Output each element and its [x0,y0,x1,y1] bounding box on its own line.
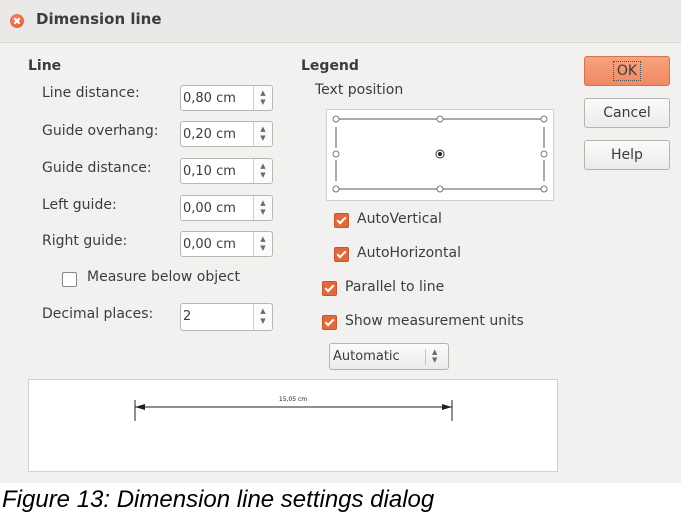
position-bottom-right[interactable] [540,185,548,193]
chevron-up-down-icon: ▲ ▼ [432,348,438,364]
units-combobox-value: Automatic [333,349,400,364]
line-section-heading: Line [28,58,62,74]
guide-overhang-value: 0,20 cm [183,127,236,142]
units-combobox[interactable]: Automatic ▲ ▼ [329,343,449,370]
right-guide-value: 0,00 cm [183,237,236,252]
auto-vertical-label[interactable]: AutoVertical [357,211,442,227]
position-middle-right[interactable] [540,150,548,158]
position-bottom-center[interactable] [436,185,444,193]
show-units-checkbox[interactable] [322,315,337,330]
position-bottom-left[interactable] [332,185,340,193]
show-units-label[interactable]: Show measurement units [345,313,524,329]
cancel-button[interactable]: Cancel [584,98,670,128]
title-bar[interactable]: Dimension line [0,0,681,43]
legend-section-heading: Legend [301,58,359,74]
auto-horizontal-checkbox[interactable] [334,247,349,262]
decimal-places-spin-buttons[interactable]: ▲ ▼ [253,304,272,330]
figure-caption: Figure 13: Dimension line settings dialo… [2,486,435,513]
preview-measurement-text: 15,05 cm [278,396,308,403]
ok-button[interactable]: OK [584,56,670,86]
decimal-places-label: Decimal places: [42,306,154,322]
guide-overhang-spin-buttons[interactable]: ▲ ▼ [253,122,272,146]
ok-button-label: OK [612,61,642,81]
auto-vertical-checkbox[interactable] [334,213,349,228]
close-icon[interactable] [10,14,24,28]
dimension-line-dialog: Dimension line Line Line distance: 0,80 … [0,0,681,483]
guide-overhang-field[interactable]: 0,20 cm ▲ ▼ [180,121,273,147]
help-button[interactable]: Help [584,140,670,170]
line-distance-value: 0,80 cm [183,91,236,106]
line-distance-field[interactable]: 0,80 cm ▲ ▼ [180,85,273,111]
right-guide-label: Right guide: [42,233,128,249]
measure-below-label[interactable]: Measure below object [87,269,240,285]
line-distance-label: Line distance: [42,85,140,101]
guide-overhang-label: Guide overhang: [42,123,159,139]
text-position-selector[interactable] [326,109,554,201]
left-guide-field[interactable]: 0,00 cm ▲ ▼ [180,195,273,221]
position-top-left[interactable] [332,115,340,123]
left-guide-value: 0,00 cm [183,201,236,216]
dimension-preview: 15,05 cm [28,379,558,472]
position-middle-left[interactable] [332,150,340,158]
guide-distance-label: Guide distance: [42,160,152,176]
line-distance-spin-buttons[interactable]: ▲ ▼ [253,86,272,110]
dimension-preview-drawing [134,400,453,421]
decimal-places-value: 2 [183,309,192,324]
left-guide-spin-buttons[interactable]: ▲ ▼ [253,196,272,220]
parallel-to-line-checkbox[interactable] [322,281,337,296]
text-position-grid [332,115,548,193]
text-position-label: Text position [315,82,404,98]
guide-distance-field[interactable]: 0,10 cm ▲ ▼ [180,158,273,184]
position-top-right[interactable] [540,115,548,123]
auto-horizontal-label[interactable]: AutoHorizontal [357,245,461,261]
measure-below-checkbox[interactable] [62,272,77,287]
left-guide-label: Left guide: [42,197,117,213]
guide-distance-value: 0,10 cm [183,164,236,179]
decimal-places-field[interactable]: 2 ▲ ▼ [180,303,273,331]
guide-distance-spin-buttons[interactable]: ▲ ▼ [253,159,272,183]
right-guide-spin-buttons[interactable]: ▲ ▼ [253,232,272,256]
dialog-title: Dimension line [36,10,162,28]
position-top-center[interactable] [436,115,444,123]
right-guide-field[interactable]: 0,00 cm ▲ ▼ [180,231,273,257]
parallel-to-line-label[interactable]: Parallel to line [345,279,444,295]
